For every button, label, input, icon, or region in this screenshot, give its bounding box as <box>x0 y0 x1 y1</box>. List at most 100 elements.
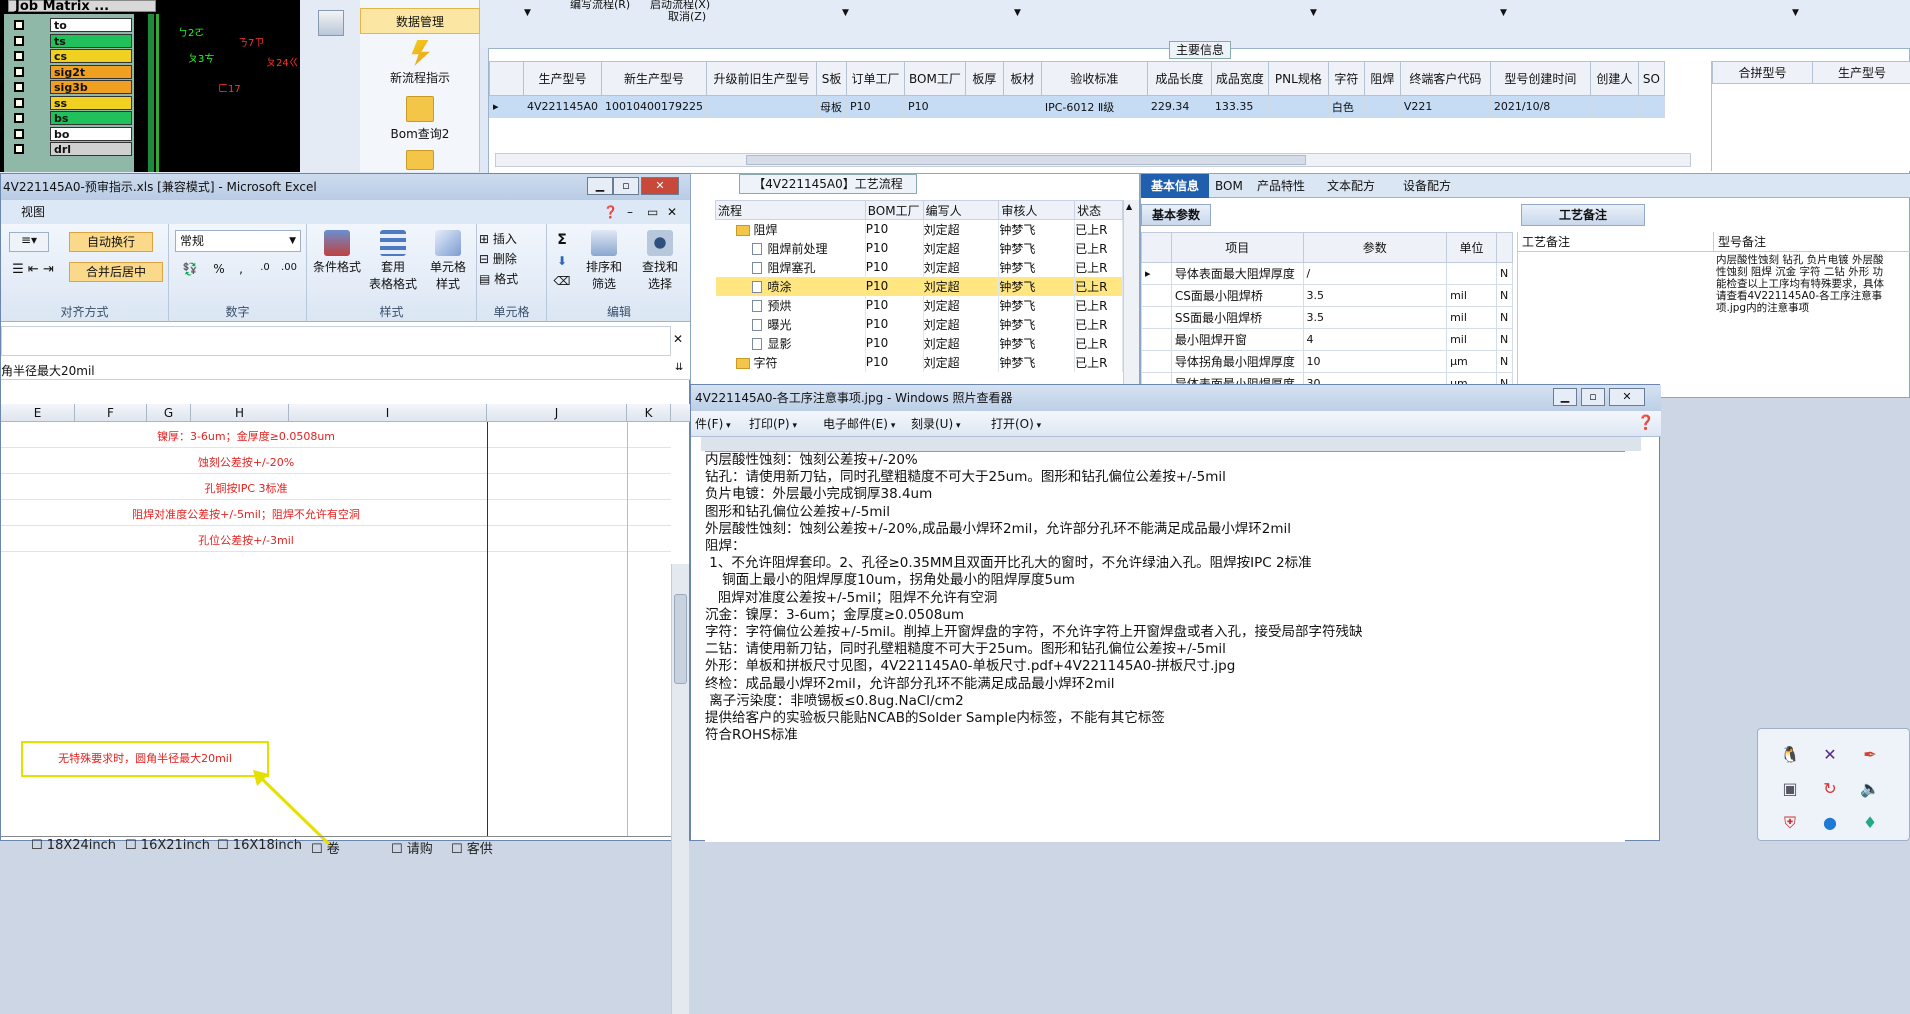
circle-icon[interactable]: ● <box>1820 813 1840 833</box>
wrap-text-button[interactable]: 自动换行 <box>69 232 153 252</box>
viewer-menu-item[interactable]: 打开(O) ▾ <box>991 411 1041 439</box>
nav-item-data-management[interactable]: 数据管理 <box>360 8 480 34</box>
insert-button[interactable]: ⊞ 插入 <box>479 230 545 247</box>
checkbox-option[interactable]: ☐ 16X18inch <box>217 838 302 853</box>
chevron-down-icon[interactable]: ▼ <box>1792 8 1799 18</box>
decrease-decimal-icon[interactable]: .00 <box>279 262 299 282</box>
cell-text[interactable]: 孔铜按IPC 3标准 <box>1 480 491 496</box>
column-header[interactable]: G <box>147 404 191 422</box>
layer-row[interactable]: bs <box>8 111 134 126</box>
column-header[interactable]: 编写人 <box>923 201 999 220</box>
column-header[interactable]: 流程 <box>716 201 866 220</box>
disk-icon[interactable]: ▣ <box>1780 779 1800 799</box>
table-cell[interactable] <box>1003 96 1041 118</box>
nav-item-bom-query[interactable]: Bom查询2 <box>360 96 480 142</box>
volume-icon[interactable]: 🔈 <box>1860 779 1880 799</box>
nav-item-folder[interactable] <box>360 150 480 173</box>
layer-checkbox[interactable] <box>14 98 24 108</box>
process-row[interactable]: 预烘P10刘定超钟梦飞已上R <box>716 296 1123 315</box>
column-header[interactable]: 工艺备注 <box>1518 232 1714 252</box>
param-row[interactable]: ▸导体表面最大阻焊厚度/N <box>1142 263 1513 285</box>
column-header[interactable]: PNL规格 <box>1268 62 1328 96</box>
column-header[interactable]: BOM工厂 <box>905 62 966 96</box>
param-row[interactable]: SS面最小阻焊桥3.5milN <box>1142 307 1513 329</box>
column-header[interactable]: 升级前旧生产型号 <box>707 62 817 96</box>
chevron-down-icon[interactable]: ▼ <box>1500 8 1507 18</box>
layer-checkbox[interactable] <box>14 113 24 123</box>
layer-row[interactable]: ss <box>8 96 134 111</box>
table-cell[interactable]: 2021/10/8 <box>1490 96 1590 118</box>
currency-icon[interactable]: 💱 <box>175 262 205 282</box>
column-header[interactable]: E <box>1 404 75 422</box>
column-header[interactable]: 新生产型号 <box>602 62 707 96</box>
cell-text[interactable]: 镍厚：3-6um；金厚度≥0.0508um <box>1 428 491 444</box>
find-select-button[interactable]: 查找和 选择 <box>633 230 687 292</box>
viewer-menu-item[interactable]: 电子邮件(E) ▾ <box>823 411 895 439</box>
nav-item-new-flow[interactable]: 新流程指示 <box>360 40 480 86</box>
param-row[interactable]: 导体拐角最小阻焊厚度10μmN <box>1142 351 1513 373</box>
column-header[interactable]: I <box>289 404 487 422</box>
column-header[interactable]: 板材 <box>1003 62 1041 96</box>
column-header[interactable]: SO <box>1638 62 1664 96</box>
column-header[interactable]: 审核人 <box>999 201 1075 220</box>
chevron-down-icon[interactable]: ▼ <box>524 8 531 18</box>
refresh-icon[interactable]: ↻ <box>1820 779 1840 799</box>
cell-text[interactable]: 阻焊对准度公差按+/-5mil；阻焊不允许有空洞 <box>1 506 491 522</box>
layer-row[interactable]: to <box>8 18 134 33</box>
column-header[interactable]: 生产型号 <box>1813 62 1910 84</box>
column-header[interactable]: J <box>487 404 627 422</box>
chevron-down-icon[interactable]: ▼ <box>1310 8 1317 18</box>
table-cell[interactable]: 白色 <box>1328 96 1364 118</box>
layer-checkbox[interactable] <box>14 36 24 46</box>
column-header[interactable]: K <box>627 404 671 422</box>
close-button[interactable]: ✕ <box>641 177 679 195</box>
table-cell[interactable]: 4V221145A0 <box>524 96 602 118</box>
help-icon[interactable]: ❓ <box>603 200 618 224</box>
column-header[interactable]: 订单工厂 <box>847 62 905 96</box>
scroll-up-icon[interactable]: ▲ <box>1126 202 1132 211</box>
process-row[interactable]: 显影P10刘定超钟梦飞已上R <box>716 334 1123 353</box>
highlighted-cell[interactable]: 无特殊要求时，圆角半径最大20mil <box>21 741 269 777</box>
cancel-menu-item[interactable]: 取消(Z) <box>668 8 706 24</box>
chevron-down-icon[interactable]: ▼ <box>1014 8 1021 18</box>
column-header[interactable]: 生产型号 <box>524 62 602 96</box>
ribbon-minimize-icon[interactable]: – <box>627 200 633 224</box>
process-row[interactable]: 喷涂P10刘定超钟梦飞已上R <box>716 277 1123 296</box>
vertical-scrollbar[interactable]: ▲ <box>1123 200 1139 396</box>
layer-checkbox[interactable] <box>14 20 24 30</box>
restore-icon[interactable]: ▭ <box>647 200 658 224</box>
table-cell[interactable]: 229.34 <box>1147 96 1211 118</box>
column-header[interactable]: 合拼型号 <box>1713 62 1813 84</box>
column-header[interactable]: 项目 <box>1171 233 1303 263</box>
param-row[interactable]: 最小阻焊开窗4milN <box>1142 329 1513 351</box>
column-header[interactable]: H <box>191 404 289 422</box>
table-cell[interactable] <box>1590 96 1638 118</box>
column-header[interactable]: 字符 <box>1328 62 1364 96</box>
tab-param-4[interactable]: 设备配方 <box>1393 174 1461 198</box>
layer-row[interactable]: drl <box>8 142 134 157</box>
process-row[interactable]: 字符P10刘定超钟梦飞已上R <box>716 353 1123 372</box>
conditional-format-button[interactable]: 条件格式 <box>309 230 365 275</box>
column-header[interactable]: F <box>75 404 147 422</box>
layer-checkbox[interactable] <box>14 129 24 139</box>
viewer-menu-item[interactable]: 打印(P) ▾ <box>749 411 797 439</box>
table-row[interactable]: ▸4V221145A010010400179225母板P10P10IPC-601… <box>490 96 1665 118</box>
column-header[interactable]: 成品宽度 <box>1211 62 1268 96</box>
format-as-table-button[interactable]: 套用 表格格式 <box>367 230 419 292</box>
number-format-select[interactable]: 常规▼ <box>175 230 301 252</box>
layer-checkbox[interactable] <box>14 67 24 77</box>
orientation-button[interactable]: ≡▾ <box>9 232 49 252</box>
close-button[interactable]: ✕ <box>1609 388 1645 406</box>
cell-styles-button[interactable]: 单元格 样式 <box>421 230 475 292</box>
process-row[interactable]: 阻焊前处理P10刘定超钟梦飞已上R <box>716 239 1123 258</box>
table-cell[interactable]: V221 <box>1400 96 1490 118</box>
layer-row[interactable]: bo <box>8 127 134 142</box>
tab-view[interactable]: 视图 <box>21 205 45 219</box>
menu-item[interactable]: 编写流程(R) <box>570 0 630 12</box>
column-header[interactable]: 型号创建时间 <box>1490 62 1590 96</box>
minimize-button[interactable]: ▁ <box>1553 388 1577 406</box>
tab-param-2[interactable]: 产品特性 <box>1247 174 1315 198</box>
table-cell[interactable] <box>965 96 1003 118</box>
increase-decimal-icon[interactable]: .0 <box>255 262 275 282</box>
table-cell[interactable]: IPC-6012 Ⅱ级 <box>1041 96 1147 118</box>
